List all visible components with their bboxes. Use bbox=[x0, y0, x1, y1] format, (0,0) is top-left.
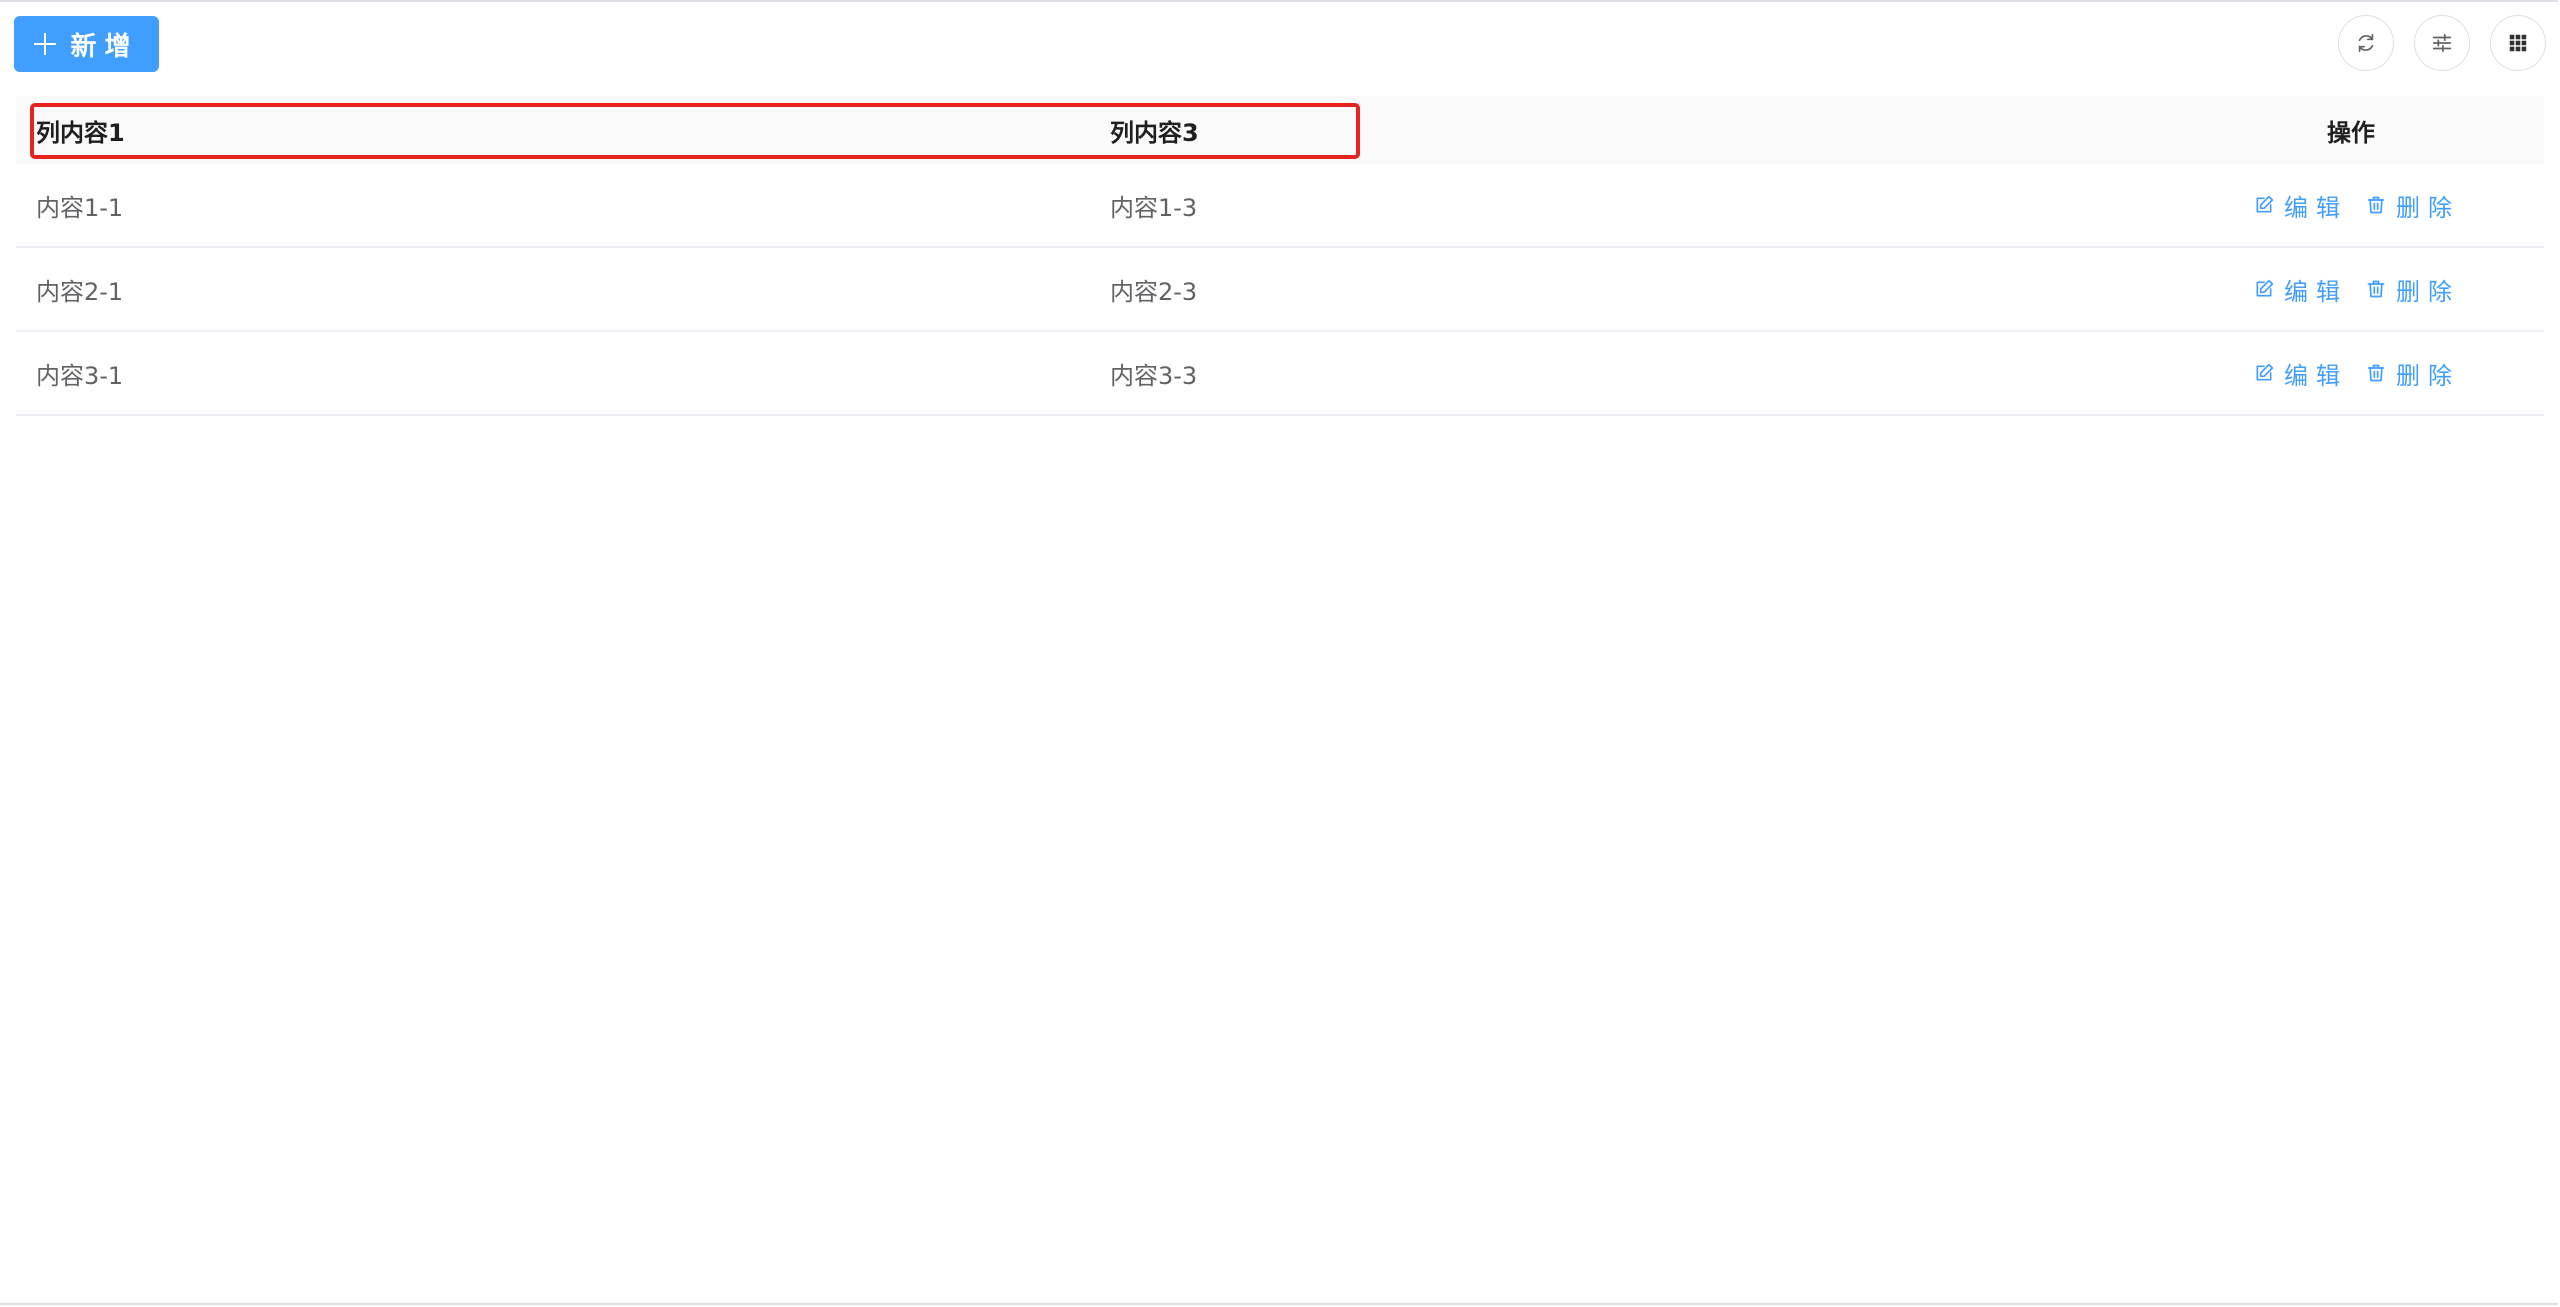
row-actions: 编辑 删除 bbox=[2254, 164, 2460, 246]
data-table: 列内容1 列内容3 操作 内容1-1 内容1-3 编辑 删除 内容2-1 内容2… bbox=[16, 96, 2544, 416]
header-operations: 操作 bbox=[2327, 118, 2375, 147]
row-actions: 编辑 删除 bbox=[2254, 248, 2460, 330]
column-settings-button[interactable] bbox=[2490, 15, 2546, 71]
edit-label: 编辑 bbox=[2284, 361, 2348, 390]
delete-label: 删除 bbox=[2396, 193, 2460, 222]
cell-col1: 内容2-1 bbox=[36, 277, 124, 306]
delete-button[interactable]: 删除 bbox=[2366, 272, 2460, 307]
header-col3: 列内容3 bbox=[1110, 118, 1199, 147]
sliders-icon bbox=[2432, 33, 2452, 53]
add-button[interactable]: 新增 bbox=[14, 16, 159, 72]
delete-label: 删除 bbox=[2396, 361, 2460, 390]
add-button-label: 新增 bbox=[70, 31, 139, 62]
delete-label: 删除 bbox=[2396, 277, 2460, 306]
table-row: 内容3-1 内容3-3 编辑 删除 bbox=[16, 332, 2544, 416]
table-row: 内容2-1 内容2-3 编辑 删除 bbox=[16, 248, 2544, 332]
edit-button[interactable]: 编辑 bbox=[2254, 188, 2348, 223]
row-actions: 编辑 删除 bbox=[2254, 332, 2460, 414]
table-header: 列内容1 列内容3 操作 bbox=[16, 96, 2544, 164]
plus-icon bbox=[34, 33, 57, 55]
cell-col3: 内容3-3 bbox=[1110, 361, 1198, 390]
cell-col1: 内容1-1 bbox=[36, 193, 124, 222]
header-col1: 列内容1 bbox=[36, 118, 125, 147]
edit-button[interactable]: 编辑 bbox=[2254, 272, 2348, 307]
table-row: 内容1-1 内容1-3 编辑 删除 bbox=[16, 164, 2544, 248]
edit-label: 编辑 bbox=[2284, 193, 2348, 222]
edit-button[interactable]: 编辑 bbox=[2254, 356, 2348, 391]
edit-icon bbox=[2256, 363, 2274, 381]
edit-icon bbox=[2256, 195, 2274, 213]
cell-col3: 内容2-3 bbox=[1110, 277, 1198, 306]
grid-icon bbox=[2509, 34, 2527, 52]
trash-icon bbox=[2367, 280, 2385, 298]
refresh-icon bbox=[2358, 33, 2374, 53]
cell-col1: 内容3-1 bbox=[36, 361, 124, 390]
edit-icon bbox=[2256, 279, 2274, 297]
cell-col3: 内容1-3 bbox=[1110, 193, 1198, 222]
delete-button[interactable]: 删除 bbox=[2366, 188, 2460, 223]
trash-icon bbox=[2367, 364, 2385, 382]
trash-icon bbox=[2367, 196, 2385, 214]
delete-button[interactable]: 删除 bbox=[2366, 356, 2460, 391]
filter-settings-button[interactable] bbox=[2414, 15, 2470, 71]
refresh-button[interactable] bbox=[2338, 15, 2394, 71]
edit-label: 编辑 bbox=[2284, 277, 2348, 306]
